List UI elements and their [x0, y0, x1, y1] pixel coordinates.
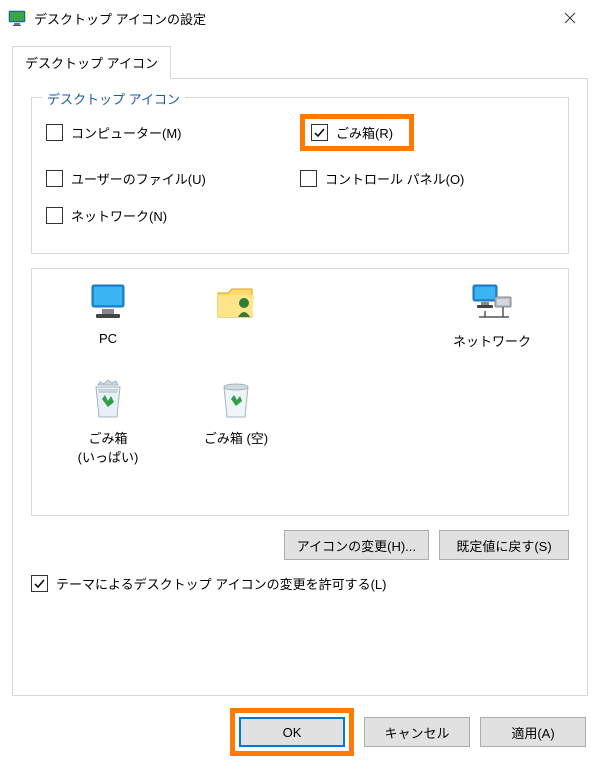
checkbox-recycle[interactable]: ごみ箱(R) — [311, 123, 393, 142]
apply-button[interactable]: 適用(A) — [480, 717, 586, 747]
icon-item-pc[interactable]: PC — [44, 281, 172, 350]
user-folder-icon — [172, 281, 300, 325]
icon-label: ごみ箱 (空) — [204, 431, 268, 446]
highlight-ok: OK — [230, 708, 354, 756]
recycle-full-icon — [44, 378, 172, 422]
checkbox-label: コントロール パネル(O) — [325, 169, 464, 188]
tab-content: デスクトップ アイコン コンピューター(M) — [12, 78, 588, 696]
tab-desktop-icons[interactable]: デスクトップ アイコン — [12, 46, 171, 79]
recycle-empty-icon — [172, 378, 300, 422]
checkbox-box — [311, 124, 328, 141]
check-icon — [313, 126, 326, 139]
close-button[interactable] — [548, 0, 592, 36]
checkbox-network[interactable]: ネットワーク(N) — [46, 206, 300, 225]
cancel-button[interactable]: キャンセル — [364, 717, 470, 747]
icon-item-recycle-full[interactable]: ごみ箱 (いっぱい) — [44, 378, 172, 466]
highlight-recycle: ごみ箱(R) — [300, 114, 414, 151]
desktop-icons-fieldset: デスクトップ アイコン コンピューター(M) — [31, 97, 569, 254]
window-title: デスクトップ アイコンの設定 — [34, 9, 548, 28]
desktop-settings-icon — [8, 9, 26, 27]
ok-button[interactable]: OK — [239, 717, 345, 747]
restore-default-button[interactable]: 既定値に戻す(S) — [439, 530, 569, 560]
checkbox-box — [46, 170, 63, 187]
icon-item-network[interactable]: ネットワーク — [428, 281, 556, 350]
network-icon — [428, 281, 556, 325]
checkbox-userfiles[interactable]: ユーザーのファイル(U) — [46, 169, 300, 188]
checkbox-box — [31, 575, 48, 592]
pc-icon — [44, 281, 172, 325]
checkbox-label: ネットワーク(N) — [71, 206, 167, 225]
close-icon — [564, 12, 576, 24]
checkbox-recycle-wrapper: ごみ箱(R) — [300, 114, 414, 151]
icon-label: ネットワーク — [453, 334, 531, 349]
checkbox-box — [300, 170, 317, 187]
icon-label: PC — [99, 331, 117, 346]
icon-label — [234, 331, 238, 346]
footer-buttons: OK キャンセル 適用(A) — [230, 708, 586, 756]
checkbox-box — [46, 124, 63, 141]
icon-action-buttons: アイコンの変更(H)... 既定値に戻す(S) — [31, 530, 569, 560]
checkbox-label: ごみ箱(R) — [336, 123, 393, 142]
checkbox-box — [46, 207, 63, 224]
icon-label: ごみ箱 (いっぱい) — [78, 431, 139, 465]
checkbox-allow-theme[interactable]: テーマによるデスクトップ アイコンの変更を許可する(L) — [31, 574, 569, 593]
icon-preview-box: PC — [31, 268, 569, 516]
icon-item-recycle-empty[interactable]: ごみ箱 (空) — [172, 378, 300, 466]
fieldset-legend: デスクトップ アイコン — [42, 89, 185, 108]
checkbox-label: テーマによるデスクトップ アイコンの変更を許可する(L) — [56, 574, 386, 593]
checkbox-label: コンピューター(M) — [71, 123, 182, 142]
icon-item-userfolder[interactable] — [172, 281, 300, 350]
check-icon — [33, 577, 46, 590]
tab-area: デスクトップ アイコン デスクトップ アイコン コンピューター(M) — [12, 46, 588, 696]
checkbox-label: ユーザーのファイル(U) — [71, 169, 206, 188]
titlebar: デスクトップ アイコンの設定 — [0, 0, 600, 36]
checkbox-cpanel[interactable]: コントロール パネル(O) — [300, 169, 554, 188]
checkbox-computer[interactable]: コンピューター(M) — [46, 114, 300, 151]
change-icon-button[interactable]: アイコンの変更(H)... — [284, 530, 429, 560]
